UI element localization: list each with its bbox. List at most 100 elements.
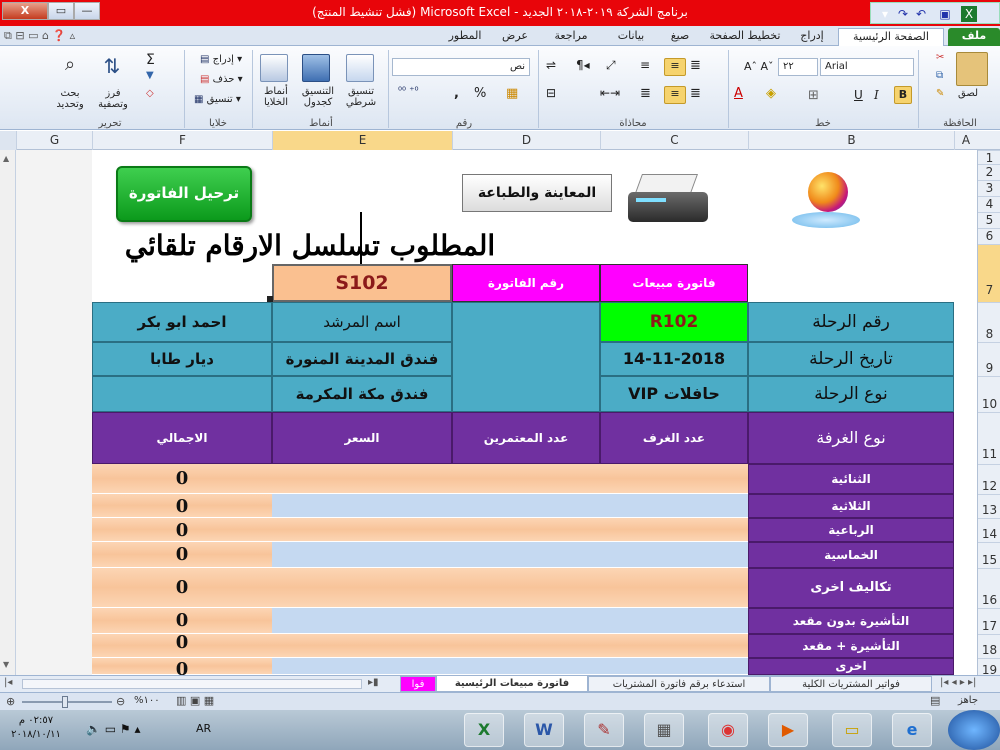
zoom-out-icon[interactable]: ⊖ <box>116 695 125 708</box>
copy-icon[interactable]: ⧉ <box>936 70 943 81</box>
row-header[interactable]: 8 <box>978 302 1000 342</box>
tab-home[interactable]: الصفحة الرئيسية <box>838 28 944 46</box>
taskbar-ie-icon[interactable]: e <box>892 713 932 747</box>
total-cell[interactable]: 0 <box>92 568 272 608</box>
table-row[interactable] <box>272 608 748 634</box>
align-bottom-icon[interactable]: ≡ <box>640 58 650 72</box>
comma-button[interactable]: , <box>454 86 459 101</box>
window-controls-icon[interactable]: ⧉ ⊟ ▭ ⌂ ❓ ▵ <box>4 29 75 43</box>
zoom-slider-thumb[interactable] <box>62 696 68 708</box>
find-select-icon[interactable]: ⌕ <box>56 54 84 84</box>
zoom-level[interactable]: %١٠٠ <box>134 695 160 706</box>
table-row[interactable] <box>272 542 748 568</box>
font-size-select[interactable]: ٢٢ <box>778 58 818 76</box>
taskbar-media-icon[interactable]: ▶ <box>768 713 808 747</box>
print-preview-button[interactable]: المعاينة والطباعة <box>462 174 612 212</box>
align-top-icon[interactable]: ≣ <box>690 58 701 73</box>
worksheet[interactable]: ترحيل الفاتورة المعاينة والطباعة المطلوب… <box>16 150 977 675</box>
taskbar-paint-icon[interactable]: ✎ <box>584 713 624 747</box>
row-header[interactable]: 18 <box>978 634 1000 658</box>
row-header[interactable]: 5 <box>978 212 1000 228</box>
logo-image[interactable] <box>786 164 866 234</box>
sheet-tab-sales-invoice[interactable]: فاتورة مبيعات الرئيسية <box>436 676 588 692</box>
paste-icon[interactable] <box>956 52 988 86</box>
hotel-medina-area[interactable]: ديار طابا <box>92 342 272 376</box>
row-header[interactable]: 19 <box>978 658 1000 677</box>
row-header[interactable]: 10 <box>978 376 1000 412</box>
align-left-icon[interactable]: ≣ <box>640 86 651 101</box>
taskbar-calculator-icon[interactable]: ▦ <box>644 713 684 747</box>
align-right-icon[interactable]: ≣ <box>690 86 701 101</box>
language-indicator[interactable]: AR <box>196 722 211 735</box>
row-header[interactable]: 7 <box>978 244 1000 302</box>
tab-formulas[interactable]: صيغ <box>660 28 700 46</box>
table-row[interactable] <box>272 494 748 518</box>
italic-button[interactable]: I <box>874 88 879 102</box>
column-header-c[interactable]: C <box>600 131 748 150</box>
hscroll-right-icon[interactable]: ▸▮ <box>368 677 379 688</box>
format-painter-icon[interactable]: ✎ <box>936 88 944 99</box>
total-cell[interactable]: 0 <box>92 494 272 518</box>
row-header[interactable]: 3 <box>978 180 1000 196</box>
view-buttons-icon[interactable]: ▥ ▣ ▦ <box>176 694 214 707</box>
tab-page-layout[interactable]: تخطيط الصفحة <box>704 28 786 46</box>
total-cell[interactable]: 0 <box>92 608 272 634</box>
sheet-tab-total-purchases[interactable]: فواتير المشتريات الكلية <box>770 676 932 692</box>
tab-review[interactable]: مراجعة <box>540 28 602 46</box>
percent-button[interactable]: % <box>474 86 486 101</box>
start-button[interactable] <box>948 710 1000 750</box>
tray-icons[interactable]: 🔈 ▭ ⚑ ▴ <box>86 722 141 736</box>
fill-icon[interactable]: ▼ <box>146 70 154 81</box>
row-header[interactable]: 2 <box>978 164 1000 180</box>
font-grow-icon[interactable]: Aˆ Aˇ <box>744 60 774 73</box>
bold-button[interactable]: B <box>894 86 912 104</box>
tab-insert[interactable]: إدراج <box>790 28 834 46</box>
format-cells-button[interactable]: ▦ تنسيق ▾ <box>194 94 241 105</box>
taskbar-word-icon[interactable]: W <box>524 713 564 747</box>
column-header-d[interactable]: D <box>452 131 600 150</box>
insert-cells-button[interactable]: ▤ إدراج ▾ <box>200 54 242 65</box>
tab-data[interactable]: بيانات <box>606 28 656 46</box>
zoom-in-icon[interactable]: ⊕ <box>6 695 15 708</box>
invoice-number-value[interactable]: S102 <box>272 264 452 302</box>
orientation-icon[interactable]: ⤢ <box>606 58 616 73</box>
cut-icon[interactable]: ✂ <box>936 52 944 63</box>
taskbar-folder-icon[interactable]: ▭ <box>832 713 872 747</box>
cell-styles-icon[interactable] <box>260 54 288 82</box>
row-header[interactable]: 16 <box>978 568 1000 608</box>
font-color-icon[interactable]: A <box>734 86 743 101</box>
trip-number-value[interactable]: R102 <box>600 302 748 342</box>
indent-icon[interactable]: ⇤⇥ <box>600 86 620 100</box>
undo-icon[interactable]: ↶ <box>913 6 929 22</box>
tab-view[interactable]: عرض <box>494 28 536 46</box>
total-cell[interactable]: 0 <box>92 542 272 568</box>
sheet-tab-recall-purchase[interactable]: استدعاء برقم فاتورة المشتريات <box>588 676 770 692</box>
scroll-up-icon[interactable]: ▲ <box>3 154 9 163</box>
trip-type-value[interactable]: حافلات VIP <box>600 376 748 412</box>
vertical-scrollbar[interactable]: ▲ ▼ <box>0 150 16 675</box>
row-header[interactable]: 13 <box>978 494 1000 518</box>
sort-filter-icon[interactable]: ⇅ <box>98 54 126 84</box>
number-format-select[interactable]: نص <box>392 58 530 76</box>
restore-button[interactable]: ▭ <box>48 2 74 20</box>
tab-developer[interactable]: المطور <box>440 28 490 46</box>
merge-center-icon[interactable]: ⊟ <box>546 86 556 100</box>
delete-cells-button[interactable]: ▤ حذف ▾ <box>200 74 243 85</box>
row-header[interactable]: 12 <box>978 464 1000 494</box>
total-cell[interactable]: 0 <box>92 464 272 494</box>
minimize-button[interactable]: — <box>74 2 100 20</box>
sheet-tab-partial[interactable]: فوا <box>400 676 436 692</box>
row-header[interactable]: 17 <box>978 608 1000 634</box>
currency-icon[interactable]: ▦ <box>506 86 518 101</box>
rtl-icon[interactable]: ¶◂ <box>576 58 590 72</box>
trip-date-value[interactable]: 14-11-2018 <box>600 342 748 376</box>
align-center-button[interactable]: ≡ <box>664 86 686 104</box>
customize-icon[interactable]: ▾ <box>877 6 893 22</box>
font-name-select[interactable]: Arial <box>820 58 914 76</box>
clock[interactable]: ٠٢:٥٧ م ٢٠١٨/١٠/١١ <box>4 714 68 742</box>
column-header-e[interactable]: E <box>272 131 452 150</box>
taskbar-excel-icon[interactable]: X <box>464 713 504 747</box>
total-cell[interactable]: 0 <box>92 518 272 542</box>
conditional-format-icon[interactable] <box>346 54 374 82</box>
macro-record-icon[interactable]: ▤ <box>930 694 940 707</box>
